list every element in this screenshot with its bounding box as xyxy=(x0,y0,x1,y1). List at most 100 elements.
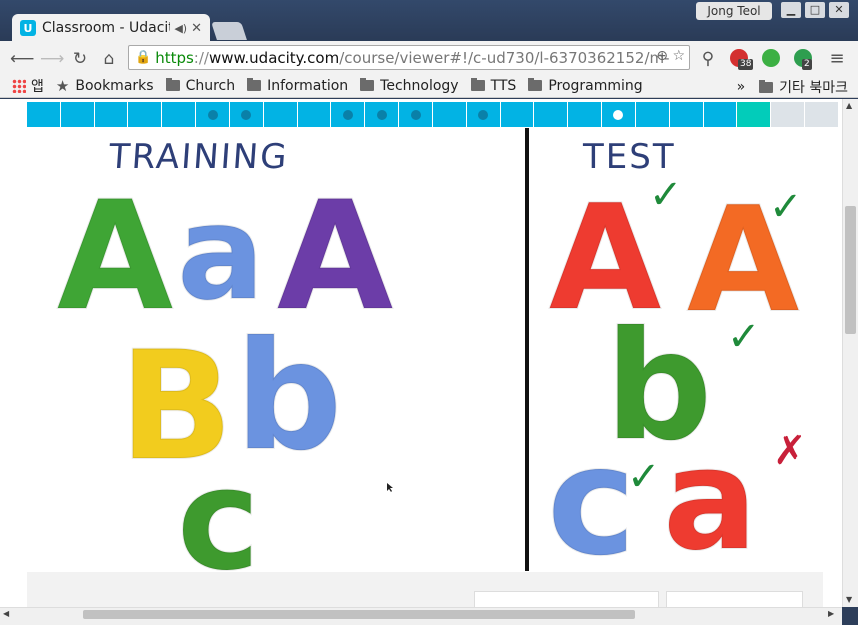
training-letter-magnet: c xyxy=(177,439,260,572)
address-bar[interactable]: 🔒 https :// www.udacity.com /course/view… xyxy=(128,45,690,70)
lesson-video[interactable]: TRAINING TEST AaABbc A ✓ A ✓ b ✓ c ✓ a ✗ xyxy=(27,128,839,603)
progress-segment[interactable] xyxy=(534,102,569,127)
bookmark-folder-information[interactable]: Information xyxy=(247,78,348,94)
tab-close-icon[interactable]: ✕ xyxy=(191,21,202,36)
progress-segment[interactable] xyxy=(635,102,670,127)
bookmark-folder-tts[interactable]: TTS xyxy=(470,78,516,94)
progress-dot-icon xyxy=(410,109,421,120)
vertical-scrollbar[interactable]: ▲ ▼ xyxy=(842,99,858,607)
progress-dot-icon xyxy=(478,109,489,120)
lesson-progress-bar xyxy=(27,102,839,127)
progress-segment[interactable] xyxy=(771,102,806,127)
folder-icon xyxy=(360,78,375,91)
bookmarks-overflow-button[interactable]: » xyxy=(737,79,746,95)
training-letter-magnet: A xyxy=(57,170,173,344)
progress-segment[interactable] xyxy=(432,102,467,127)
folder-icon xyxy=(528,78,543,91)
udacity-favicon-icon: U xyxy=(20,20,36,36)
page-viewport: TRAINING TEST AaABbc A ✓ A ✓ b ✓ c ✓ a ✗ xyxy=(0,99,842,607)
answer-box[interactable] xyxy=(474,591,659,607)
horizontal-scrollbar[interactable]: ◀ ▶ xyxy=(0,607,842,625)
browser-tab[interactable]: U Classroom - Udacity ◀) ✕ xyxy=(12,14,210,42)
forward-icon[interactable]: ⟶ xyxy=(40,49,64,69)
apps-shortcut[interactable]: 앱 xyxy=(12,76,44,96)
new-tab-button[interactable] xyxy=(211,22,247,40)
pushbullet-icon[interactable]: 2 xyxy=(794,49,812,70)
url-path: /course/viewer#!/c-ud730/l-6370362152/m- xyxy=(339,48,670,67)
check-mark-icon: ✓ xyxy=(769,184,803,230)
extension-badge: 2 xyxy=(802,59,812,70)
extension-badge: 38 xyxy=(738,59,754,70)
mouse-cursor-icon xyxy=(387,483,393,492)
progress-segment[interactable] xyxy=(399,102,433,127)
minimize-button[interactable]: ▁ xyxy=(781,2,801,18)
tab-strip: U Classroom - Udacity ◀) ✕ Jong Teol ▁ □… xyxy=(0,0,858,42)
progress-segment[interactable] xyxy=(331,102,366,127)
scroll-down-icon[interactable]: ▼ xyxy=(846,595,852,604)
url-scheme: https xyxy=(155,48,194,67)
check-mark-icon: ✓ xyxy=(649,172,683,218)
progress-segment[interactable] xyxy=(162,102,197,127)
speaker-icon: ◀) xyxy=(174,21,188,35)
progress-segment[interactable] xyxy=(466,102,501,127)
url-separator: :// xyxy=(193,48,209,67)
progress-dot-icon xyxy=(207,109,218,120)
menu-icon[interactable]: ≡ xyxy=(826,49,848,69)
back-icon[interactable]: ⟵ xyxy=(10,49,34,69)
other-bookmarks-label[interactable]: 기타 북마크 xyxy=(779,77,848,97)
progress-segment[interactable] xyxy=(500,102,535,127)
progress-segment[interactable] xyxy=(196,102,230,127)
progress-segment[interactable] xyxy=(602,102,636,127)
bookmark-folder-technology[interactable]: Technology xyxy=(360,78,459,94)
progress-segment[interactable] xyxy=(94,102,129,127)
progress-segment[interactable] xyxy=(27,102,61,127)
star-icon: ★ xyxy=(55,76,70,95)
progress-dot-icon xyxy=(613,109,624,120)
check-mark-icon: ✓ xyxy=(627,454,661,500)
scroll-right-icon[interactable]: ▶ xyxy=(828,609,834,618)
bookmark-folder-programming[interactable]: Programming xyxy=(528,78,643,94)
gmail-checker-icon[interactable]: 38 xyxy=(730,49,754,70)
folder-icon xyxy=(759,79,774,93)
bookmarks-bar: 앱 ★ Bookmarks Church Information Technol… xyxy=(0,74,858,98)
test-letter-magnet: c xyxy=(547,415,636,572)
bookmarks-shortcut[interactable]: ★ Bookmarks xyxy=(56,77,154,95)
continue-box[interactable] xyxy=(666,591,803,607)
progress-segment[interactable] xyxy=(297,102,332,127)
horizontal-scroll-thumb[interactable] xyxy=(83,610,635,619)
bookmark-folder-church[interactable]: Church xyxy=(165,77,236,94)
progress-segment[interactable] xyxy=(60,102,95,127)
reload-icon[interactable]: ↻ xyxy=(69,49,91,69)
scroll-left-icon[interactable]: ◀ xyxy=(3,609,9,618)
home-icon[interactable]: ⌂ xyxy=(98,49,120,69)
profile-badge[interactable]: Jong Teol xyxy=(696,2,772,20)
video-frame: TRAINING TEST Aa AB bc A✓ A✓b ✓c✓ a ✗ xyxy=(56,128,807,603)
progress-segment[interactable] xyxy=(737,102,772,127)
check-mark-icon: ✓ xyxy=(727,314,761,360)
evernote-icon[interactable] xyxy=(762,49,780,67)
maximize-button[interactable]: □ xyxy=(805,2,825,18)
progress-segment[interactable] xyxy=(703,102,738,127)
progress-dot-icon xyxy=(342,109,353,120)
close-window-button[interactable]: ✕ xyxy=(829,2,849,18)
cross-mark-icon: ✗ xyxy=(773,428,807,474)
progress-segment[interactable] xyxy=(568,102,603,127)
progress-segment[interactable] xyxy=(128,102,163,127)
folder-icon xyxy=(470,78,485,91)
scroll-up-icon[interactable]: ▲ xyxy=(846,101,852,110)
zoom-icon[interactable]: ⊕ xyxy=(656,48,668,64)
search-extension-icon[interactable]: ⚲ xyxy=(697,49,719,69)
folder-label: Church xyxy=(185,77,236,94)
bookmark-star-icon[interactable]: ☆ xyxy=(672,48,685,64)
training-letter-magnet: a xyxy=(177,177,265,329)
url-host: www.udacity.com xyxy=(208,48,340,67)
progress-segment[interactable] xyxy=(365,102,400,127)
progress-segment[interactable] xyxy=(805,102,839,127)
progress-segment[interactable] xyxy=(669,102,704,127)
folder-icon xyxy=(165,78,180,91)
vertical-scroll-thumb[interactable] xyxy=(845,206,856,334)
progress-segment[interactable] xyxy=(229,102,264,127)
folder-icon xyxy=(247,78,262,91)
test-letter-magnet: a xyxy=(663,419,757,572)
progress-segment[interactable] xyxy=(263,102,298,127)
